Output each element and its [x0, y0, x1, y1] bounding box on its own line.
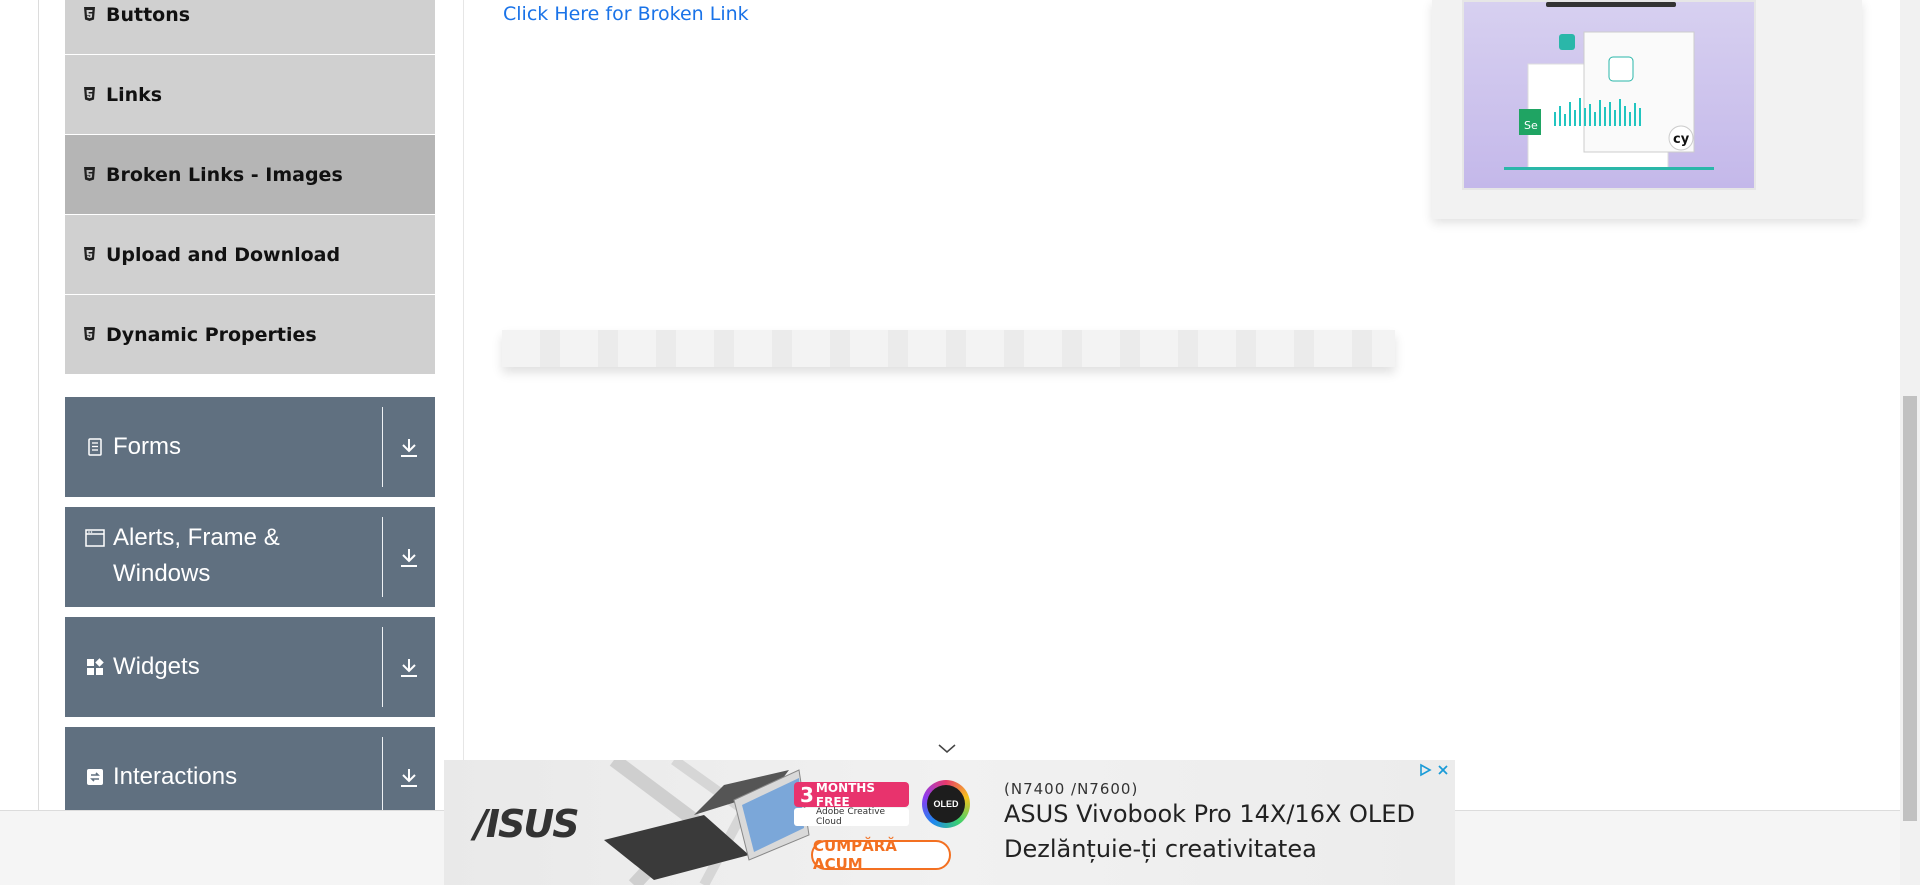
group-alerts-frame-windows[interactable]: Alerts, Frame & Windows [65, 507, 435, 607]
sidebar-item-label: Dynamic Properties [106, 323, 317, 346]
ad-model-text: (N7400 /N7600) [1004, 780, 1139, 798]
sidebar-item-buttons[interactable]: Buttons [65, 0, 435, 55]
ad-offer-text: MONTHS FREE [815, 780, 875, 809]
broken-link[interactable]: Click Here for Broken Link [503, 3, 749, 25]
ad-headline: ASUS Vivobook Pro 14X/16X OLED [1004, 800, 1415, 828]
interactions-icon [85, 767, 105, 787]
widgets-icon [85, 657, 105, 677]
svg-text:cy: cy [1673, 132, 1690, 147]
sidebar-item-label: Broken Links - Images [106, 163, 343, 186]
download-arrow-icon[interactable] [383, 507, 435, 607]
ad-partner-text: Adobe Creative Cloud [816, 807, 886, 827]
sidebar-item-dynamic-properties[interactable]: Dynamic Properties [65, 295, 435, 375]
oled-badge-text: OLED [927, 785, 965, 823]
group-widgets[interactable]: Widgets [65, 617, 435, 717]
chevron-down-icon[interactable] [937, 742, 957, 760]
sidebar-item-upload-and-download[interactable]: Upload and Download [65, 215, 435, 295]
content-divider [463, 0, 464, 810]
sidebar-item-label: Links [106, 83, 163, 106]
group-title-line2: Windows [113, 560, 211, 587]
window-icon [85, 528, 105, 548]
html5-icon [83, 327, 96, 342]
oled-badge-icon: OLED [922, 780, 970, 828]
close-icon[interactable] [1435, 762, 1451, 778]
ad-offer-badge: 3 MONTHS FREE [794, 780, 909, 809]
html5-icon [83, 247, 96, 262]
sidebar-item-links[interactable]: Links [65, 55, 435, 135]
ad-offer-number: 3 [800, 782, 814, 807]
elements-submenu: Buttons Links Broken Links - Images Uplo… [65, 0, 435, 375]
scrollbar-thumb[interactable] [1903, 396, 1917, 821]
document-icon [85, 437, 105, 457]
sidebar-item-label: Upload and Download [106, 243, 341, 266]
advertisement-banner[interactable]: /ISUS 3 MONTHS FREE Adobe Creative Cloud… [444, 760, 1455, 885]
group-forms[interactable]: Forms [65, 397, 435, 497]
page: Buttons Links Broken Links - Images Uplo… [0, 0, 1920, 885]
group-title: Widgets [113, 653, 200, 680]
sidebar-item-broken-links-images[interactable]: Broken Links - Images [65, 135, 435, 215]
html5-icon [83, 7, 96, 22]
ad-brand-logo: /ISUS [474, 802, 580, 846]
banner-placeholder [502, 330, 1395, 367]
vertical-scrollbar[interactable] [1900, 0, 1920, 885]
adchoices-icon[interactable] [1417, 762, 1433, 778]
group-title: Forms [113, 433, 181, 460]
ad-subline: Dezlănțuie-ți creativitatea [1004, 835, 1317, 863]
download-arrow-icon[interactable] [383, 617, 435, 717]
svg-text:Se: Se [1524, 119, 1538, 132]
html5-icon [83, 167, 96, 182]
promo-image[interactable]: Se cy [1462, 0, 1756, 190]
group-title: Alerts, Frame & [113, 524, 280, 551]
sidebar-item-label: Buttons [106, 3, 191, 26]
group-title: Interactions [113, 763, 238, 790]
sidebar-border [38, 0, 39, 810]
ad-cta-button[interactable]: CUMPĂRĂ ACUM [811, 837, 951, 873]
html5-icon [83, 87, 96, 102]
ad-partner-badge: Adobe Creative Cloud [794, 807, 909, 827]
download-arrow-icon[interactable] [383, 397, 435, 497]
promo-card[interactable]: Se cy [1432, 0, 1862, 219]
